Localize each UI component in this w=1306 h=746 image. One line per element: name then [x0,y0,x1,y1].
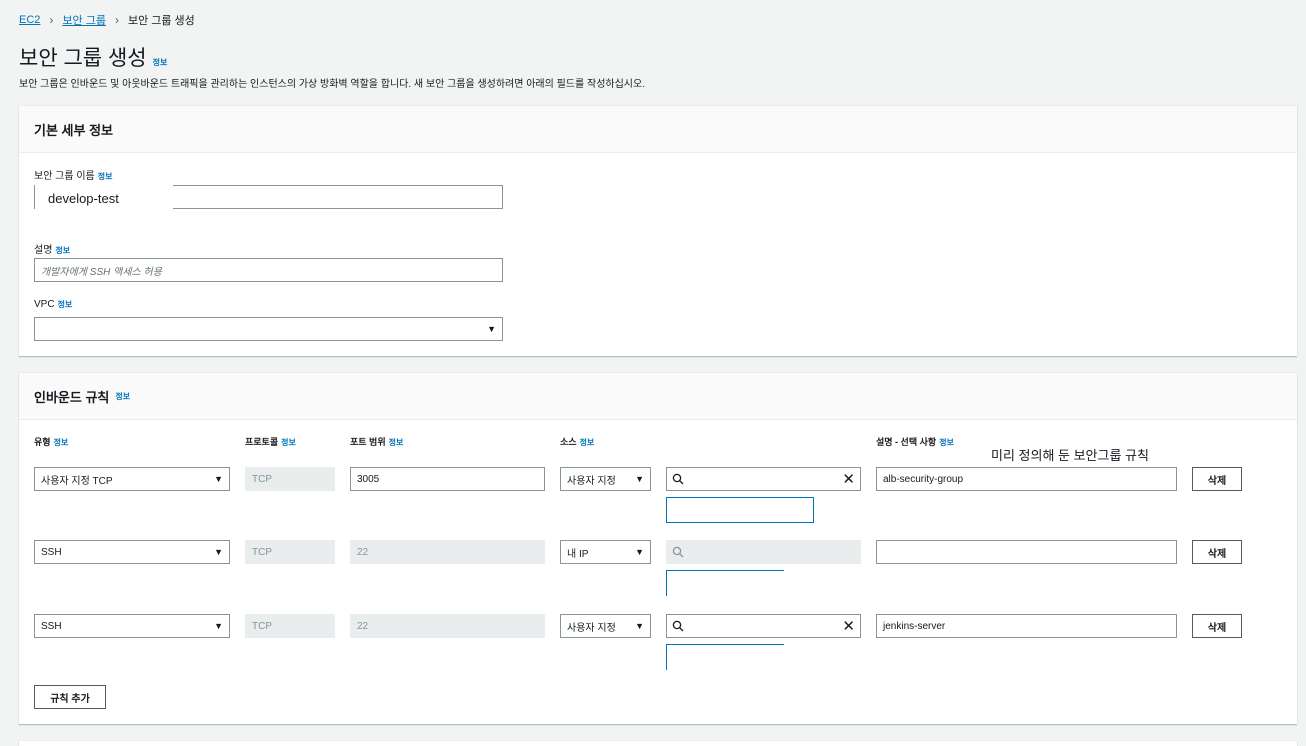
rule-1-source-value: 사용자 지정 [567,475,616,487]
page-description: 보안 그룹은 인바운드 및 아웃바운드 트래픽을 관리하는 인스턴스의 가상 방… [19,79,645,90]
vpc-info-link[interactable]: 정보 [58,299,73,310]
sg-desc-placeholder: 개발자에게 SSH 액세스 허용 [41,266,162,278]
page-title-row: 보안 그룹 생성 정보 [19,42,167,72]
col-protocol: 프로토콜 정보 [245,435,296,448]
col-type-info-link[interactable]: 정보 [54,437,69,448]
rule-2-type-value: SSH [41,546,62,558]
sg-desc-info-link[interactable]: 정보 [55,245,70,256]
rule-1-port-input[interactable]: 3005 [350,467,545,491]
title-info-link[interactable]: 정보 [153,57,168,68]
col-source-text: 소스 [560,437,577,447]
sg-desc-input[interactable]: 개발자에게 SSH 액세스 허용 [34,258,503,282]
breadcrumb-ec2-link[interactable]: EC2 [19,14,40,26]
rule-1-sg-chip [666,497,814,523]
basic-details-heading: 기본 세부 정보 [19,106,1297,153]
col-description-text: 설명 - 선택 사항 [876,437,937,447]
caret-down-icon: ▼ [214,474,223,484]
rule-3-delete-button[interactable]: 삭제 [1192,614,1242,638]
col-description: 설명 - 선택 사항 정보 [876,435,954,448]
caret-down-icon: ▼ [635,474,644,484]
vpc-label-text: VPC [34,299,55,310]
sg-desc-label: 설명 정보 [34,241,70,256]
col-port-info-link[interactable]: 정보 [389,437,404,448]
rule-2-source-select[interactable]: 내 IP ▼ [560,540,651,564]
inbound-rules-heading: 인바운드 규칙 [34,389,110,405]
rule-2-delete-button[interactable]: 삭제 [1192,540,1242,564]
search-icon [672,546,684,558]
close-icon[interactable]: ✕ [842,472,855,487]
breadcrumb: EC2 › 보안 그룹 › 보안 그룹 생성 [19,12,195,28]
breadcrumb-current: 보안 그룹 생성 [127,15,195,27]
col-port: 포트 범위 정보 [350,435,403,448]
col-type-text: 유형 [34,437,51,447]
rule-3-type-select[interactable]: SSH ▼ [34,614,230,638]
sg-name-label: 보안 그룹 이름 정보 [34,167,113,182]
rule-1-protocol: TCP [245,467,335,491]
rule-3-type-value: SSH [41,620,62,632]
rule-2-source-search [666,540,861,564]
caret-down-icon: ▼ [487,324,496,334]
col-protocol-text: 프로토콜 [245,437,279,447]
col-source: 소스 정보 [560,435,594,448]
breadcrumb-security-groups-link[interactable]: 보안 그룹 [62,12,106,28]
chevron-right-icon: › [49,13,54,27]
rule-1-description-input[interactable]: alb-security-group [876,467,1177,491]
col-protocol-info-link[interactable]: 정보 [281,437,296,448]
rule-2-redaction [877,541,989,563]
sg-name-info-link[interactable]: 정보 [98,171,113,182]
rule-2-port: 22 [350,540,545,564]
search-icon [672,620,684,632]
rule-3-sg-chip [666,644,784,670]
rule-2-ip-chip [666,570,784,596]
rule-3-source-select[interactable]: 사용자 지정 ▼ [560,614,651,638]
page-title: 보안 그룹 생성 [19,47,147,70]
add-rule-button[interactable]: 규칙 추가 [34,685,106,709]
caret-down-icon: ▼ [635,621,644,631]
outbound-rules-panel [19,740,1297,746]
rule-1-redaction [687,468,822,490]
vpc-label: VPC 정보 [34,299,72,310]
col-type: 유형 정보 [34,435,68,448]
chevron-right-icon: › [114,13,119,27]
col-description-info-link[interactable]: 정보 [939,437,954,448]
caret-down-icon: ▼ [214,547,223,557]
rule-1-type-select[interactable]: 사용자 지정 TCP ▼ [34,467,230,491]
rule-2-protocol: TCP [245,540,335,564]
col-port-text: 포트 범위 [350,437,386,447]
rule-1-delete-button[interactable]: 삭제 [1192,467,1242,491]
rule-2-source-value: 내 IP [567,548,589,560]
sg-desc-label-text: 설명 [34,245,53,256]
vpc-redaction [35,318,241,324]
caret-down-icon: ▼ [214,621,223,631]
annotation-text: 미리 정의해 둔 보안그룹 규칙 [991,445,1149,464]
inbound-rules-heading-row: 인바운드 규칙 정보 [19,373,1297,420]
rule-3-protocol: TCP [245,614,335,638]
rule-2-type-select[interactable]: SSH ▼ [34,540,230,564]
rule-1-source-select[interactable]: 사용자 지정 ▼ [560,467,651,491]
inbound-info-link[interactable]: 정보 [115,391,130,402]
rule-3-source-value: 사용자 지정 [567,622,616,634]
sg-name-label-text: 보안 그룹 이름 [34,171,95,182]
sg-name-value: develop-test [35,185,173,217]
caret-down-icon: ▼ [635,547,644,557]
rule-1-type-value: 사용자 지정 TCP [41,475,113,487]
close-icon[interactable]: ✕ [842,619,855,634]
rule-3-description-input[interactable]: jenkins-server [876,614,1177,638]
rule-3-port: 22 [350,614,545,638]
rule-3-redaction [687,615,822,637]
col-source-info-link[interactable]: 정보 [580,437,595,448]
search-icon [672,473,684,485]
